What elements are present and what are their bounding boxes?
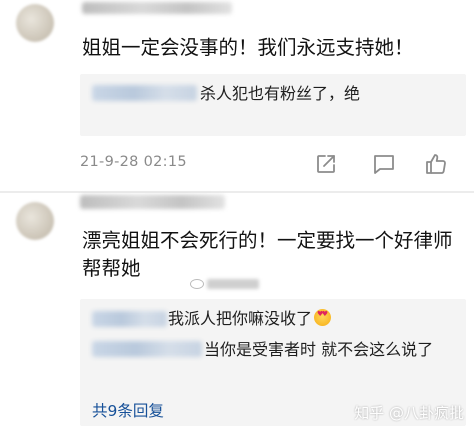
username-blurred[interactable] [82, 2, 232, 14]
reply-username-blurred[interactable] [92, 311, 167, 327]
heart-eyes-emoji-icon [314, 309, 332, 326]
comment-text: 姐姐一定会没事的！我们永远支持她！ [82, 36, 414, 59]
avatar[interactable] [16, 202, 54, 240]
watermark-blurred [207, 279, 259, 289]
username-blurred[interactable] [80, 195, 225, 209]
comment-text: 漂亮姐姐不会死行的！一定要找一个好律师帮帮她 [82, 229, 453, 280]
weibo-icon [190, 279, 204, 289]
reply-text: 当你是受害者时 就不会这么说了 [204, 340, 434, 359]
comment-timestamp: 21-9-28 02:15 [80, 154, 187, 170]
comment-card: 姐姐一定会没事的！我们永远支持她！ 杀人犯也有粉丝了，绝 21-9-28 02:… [0, 0, 474, 192]
comment-card: 漂亮姐姐不会死行的！一定要找一个好律师帮帮她 我派人把你嘛没收了 当你是受害者时… [0, 193, 474, 434]
reply-username-blurred[interactable] [92, 85, 197, 101]
reply-text: 杀人犯也有粉丝了，绝 [200, 84, 361, 103]
zhihu-watermark: 知乎 @八卦疯批 [354, 404, 464, 422]
reply-username-blurred[interactable] [92, 341, 202, 357]
view-more-replies-link[interactable]: 共9条回复 [92, 399, 164, 421]
avatar[interactable] [16, 4, 54, 42]
comment-icon[interactable] [372, 152, 396, 176]
reply-text: 我派人把你嘛没收了 [168, 309, 313, 328]
reply-box: 杀人犯也有粉丝了，绝 [80, 74, 466, 136]
share-icon[interactable] [314, 152, 338, 176]
thumbs-up-icon[interactable] [424, 152, 448, 176]
source-watermark [190, 279, 259, 289]
